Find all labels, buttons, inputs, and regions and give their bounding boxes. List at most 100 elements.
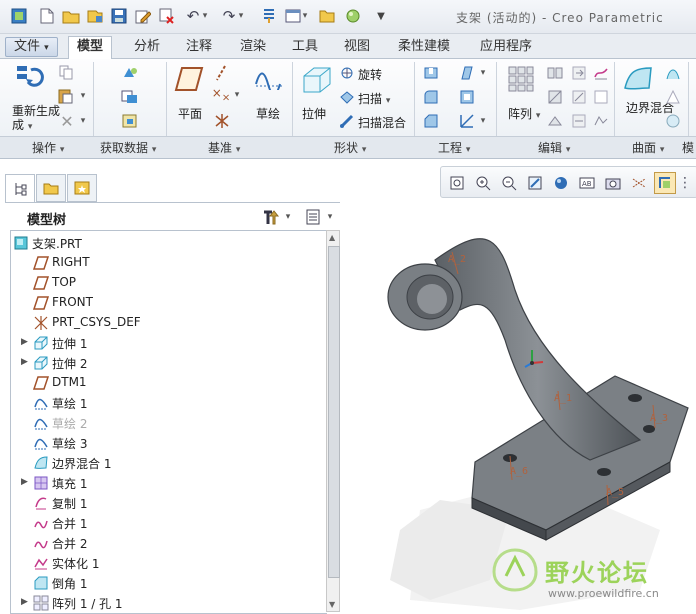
thicken-icon[interactable] xyxy=(592,88,610,106)
axis-label-a2[interactable]: A_2 xyxy=(448,254,466,265)
tree-columns-dropdown-icon[interactable]: ▾ xyxy=(325,207,335,227)
tab-file[interactable]: 文件 ▾ xyxy=(5,37,58,57)
repaint-icon[interactable] xyxy=(524,172,546,194)
tree-row[interactable]: ▶ 拉伸 2 xyxy=(11,353,327,373)
tree-row[interactable]: PRT_CSYS_DEF xyxy=(11,313,327,333)
tree-row[interactable]: RIGHT xyxy=(11,253,327,273)
mirror-icon[interactable] xyxy=(546,64,564,82)
axis-label-a1[interactable]: A_1 xyxy=(554,393,572,404)
delete-icon[interactable]: ✕ xyxy=(58,112,76,131)
group-more[interactable]: 模 xyxy=(682,139,694,156)
group-engineering[interactable]: 工程 ▾ xyxy=(438,139,470,156)
expand-arrow-icon[interactable]: ▶ xyxy=(21,597,28,607)
hole-icon[interactable] xyxy=(422,64,440,82)
undo-dropdown-icon[interactable]: ▾ xyxy=(200,7,210,25)
refit-icon[interactable] xyxy=(446,172,468,194)
group-shapes[interactable]: 形状 ▾ xyxy=(334,139,366,156)
tree-row[interactable]: 草绘 1 xyxy=(11,393,327,413)
plane-label[interactable]: 平面 xyxy=(178,105,202,122)
copy-icon[interactable] xyxy=(58,64,74,80)
tree-settings-icon[interactable] xyxy=(261,207,281,227)
chamfer-icon[interactable] xyxy=(422,112,440,130)
point-icon[interactable]: ×× xyxy=(212,86,230,104)
regenerate-label[interactable]: 重新生成成 ▾ xyxy=(12,104,60,134)
datum-display-icon[interactable] xyxy=(654,172,676,194)
zoom-out-icon[interactable] xyxy=(498,172,520,194)
tree-row[interactable]: ▶ 填充 1 xyxy=(11,473,327,493)
tree-row[interactable]: 复制 1 xyxy=(11,493,327,513)
solidify-icon[interactable] xyxy=(592,112,610,130)
tree-row[interactable]: FRONT xyxy=(11,293,327,313)
model-tree-scrollbar[interactable]: ▲ ▼ xyxy=(326,230,340,612)
swept-blend-icon[interactable] xyxy=(338,112,356,130)
delete-dropdown-icon[interactable]: ▾ xyxy=(78,112,88,130)
group-datum[interactable]: 基准 ▾ xyxy=(208,139,240,156)
tree-settings-dropdown-icon[interactable]: ▾ xyxy=(283,207,293,227)
sweep-icon[interactable] xyxy=(338,88,356,106)
group-surfaces[interactable]: 曲面 ▾ xyxy=(632,139,664,156)
windows-dropdown-icon[interactable]: ▾ xyxy=(300,7,310,25)
scroll-down-icon[interactable]: ▼ xyxy=(329,600,335,609)
shell-icon[interactable] xyxy=(458,88,476,106)
sketch-icon[interactable] xyxy=(254,64,284,92)
save-icon[interactable] xyxy=(86,7,104,25)
sweep-label[interactable]: 扫描 ▾ xyxy=(358,90,390,107)
draft-dropdown-icon[interactable]: ▾ xyxy=(478,64,488,82)
extend-icon[interactable] xyxy=(570,64,588,82)
tree-row[interactable]: 边界混合 1 xyxy=(11,453,327,473)
expand-arrow-icon[interactable]: ▶ xyxy=(21,357,28,367)
tree-row[interactable]: TOP xyxy=(11,273,327,293)
revolve-label[interactable]: 旋转 xyxy=(358,66,382,83)
tree-row[interactable]: 草绘 2 xyxy=(11,413,327,433)
draft-icon[interactable] xyxy=(458,64,476,82)
axis-icon[interactable] xyxy=(212,64,230,82)
extrude-label[interactable]: 拉伸 xyxy=(302,105,326,122)
point-dropdown-icon[interactable]: ▾ xyxy=(232,86,242,104)
pattern-label[interactable]: 阵列 ▾ xyxy=(508,105,540,122)
scroll-thumb[interactable] xyxy=(328,246,340,578)
rib-dropdown-icon[interactable]: ▾ xyxy=(478,112,488,130)
tree-row[interactable]: DTM1 xyxy=(11,373,327,393)
save-as-icon[interactable] xyxy=(110,7,128,25)
tree-row[interactable]: ▶ 阵列 1 / 孔 1 xyxy=(11,593,327,613)
view-manager-icon[interactable] xyxy=(602,172,624,194)
csys-icon[interactable] xyxy=(212,112,232,130)
group-operations[interactable]: 操作 ▾ xyxy=(32,139,64,156)
tree-row[interactable]: 草绘 3 xyxy=(11,433,327,453)
freestyle-icon[interactable] xyxy=(664,88,682,106)
plane-icon[interactable] xyxy=(174,64,204,94)
sketch-label[interactable]: 草绘 xyxy=(256,105,280,122)
intersect-icon[interactable] xyxy=(570,112,588,130)
offset-icon[interactable] xyxy=(570,88,588,106)
group-editing[interactable]: 编辑 ▾ xyxy=(538,139,570,156)
tab-tools[interactable]: 工具 xyxy=(284,37,326,57)
group-get-data[interactable]: 获取数据 ▾ xyxy=(100,139,156,156)
new-icon[interactable] xyxy=(38,7,56,25)
expand-arrow-icon[interactable]: ▶ xyxy=(21,477,28,487)
open-icon[interactable] xyxy=(62,7,80,25)
favorites-tab-icon[interactable] xyxy=(67,174,97,202)
tree-columns-icon[interactable] xyxy=(303,207,323,227)
tree-row[interactable]: 支架.PRT xyxy=(11,233,327,253)
tree-row[interactable]: 倒角 1 xyxy=(11,573,327,593)
style-icon[interactable] xyxy=(664,64,682,82)
close-icon[interactable] xyxy=(158,7,176,25)
paste-icon[interactable] xyxy=(56,88,76,104)
rib-icon[interactable] xyxy=(458,112,476,130)
folder-browser-tab-icon[interactable] xyxy=(36,174,66,202)
pattern-icon[interactable] xyxy=(506,64,536,94)
app-logo-icon[interactable] xyxy=(10,7,28,25)
boundary-blend-icon[interactable] xyxy=(622,64,654,94)
shrinkwrap-icon[interactable] xyxy=(120,112,140,130)
fill-icon[interactable] xyxy=(664,112,682,130)
tab-flexible-modeling[interactable]: 柔性建模 xyxy=(390,37,458,57)
extrude-icon[interactable] xyxy=(300,64,332,94)
perspective-icon[interactable] xyxy=(628,172,650,194)
paste-dropdown-icon[interactable]: ▾ xyxy=(78,88,88,104)
axis-label-a6[interactable]: A_6 xyxy=(510,466,528,477)
model-tree-tab-icon[interactable] xyxy=(5,174,35,202)
expand-arrow-icon[interactable]: ▶ xyxy=(21,337,28,347)
user-defined-feature-icon[interactable] xyxy=(120,64,140,82)
tree-row[interactable]: 合并 2 xyxy=(11,533,327,553)
regenerate-icon[interactable] xyxy=(260,7,278,25)
